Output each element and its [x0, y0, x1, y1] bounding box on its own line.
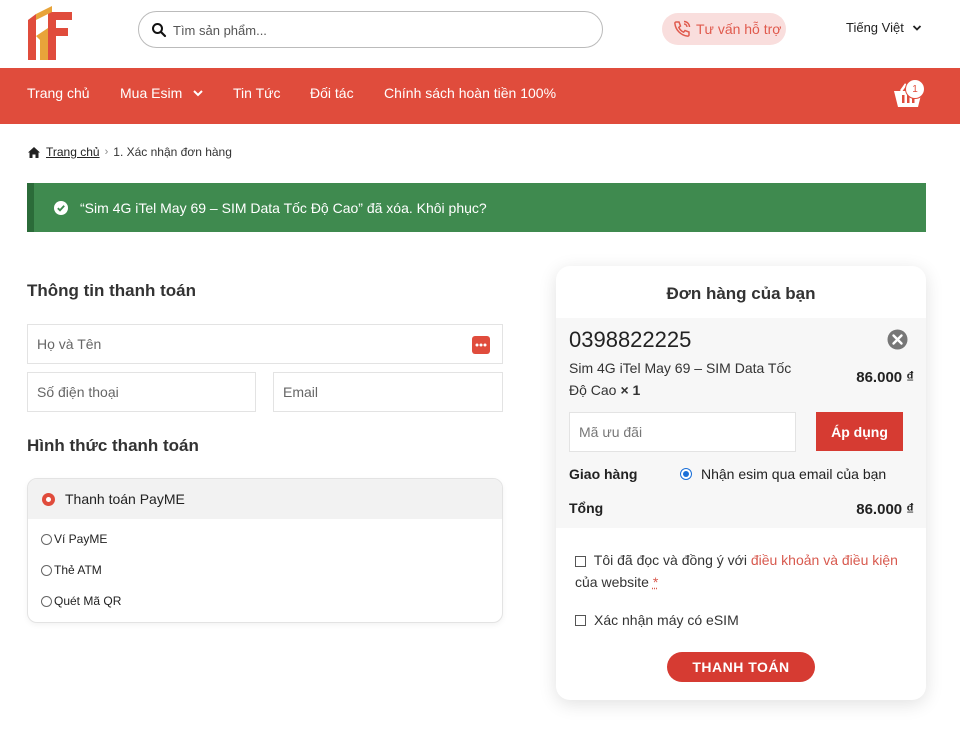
check-circle-icon [54, 200, 68, 215]
radio-button[interactable] [41, 533, 52, 545]
terms-agreement: Tôi đã đọc và đồng ý với điều khoản và đ… [575, 552, 898, 590]
chevron-down-icon [193, 90, 203, 97]
nav-item-home[interactable]: Trang chủ [27, 85, 90, 101]
site-header: Tư vấn hỗ trợ Tiếng Việt [0, 0, 960, 68]
order-total-value: 86.000 ₫ [856, 501, 914, 518]
language-selector[interactable]: Tiếng Việt [846, 20, 922, 35]
remove-item-icon[interactable] [887, 329, 908, 350]
radio-selected[interactable] [42, 492, 55, 506]
site-logo[interactable] [26, 6, 74, 62]
search-bar [138, 11, 603, 48]
full-name-field [27, 324, 503, 364]
payment-suboption-wallet[interactable]: Ví PayME [41, 532, 107, 546]
payment-suboption-qr[interactable]: Quét Mã QR [41, 594, 121, 608]
billing-title: Thông tin thanh toán [27, 281, 197, 300]
order-item-price: 86.000 ₫ [856, 369, 914, 386]
search-icon[interactable] [151, 22, 167, 38]
shipping-option[interactable]: Nhận esim qua email của bạn [680, 466, 886, 482]
payment-method-box: Thanh toán PayME Ví PayME Thẻ ATM Quét M… [27, 478, 503, 623]
total-label: Tổng [569, 500, 604, 516]
order-summary-card: Đơn hàng của bạn 0398822225 Sim 4G iTel … [556, 266, 926, 700]
nav-item-partners[interactable]: Đối tác [310, 85, 354, 101]
phone-field [27, 372, 256, 412]
terms-checkbox[interactable] [575, 555, 586, 567]
order-product-name: Sim 4G iTel May 69 – SIM Data Tốc Độ Cao… [569, 360, 792, 398]
removed-item-notice: “Sim 4G iTel May 69 – SIM Data Tốc Độ Ca… [27, 183, 926, 232]
order-quantity: × 1 [620, 382, 641, 398]
chevron-down-icon [912, 24, 921, 31]
esim-checkbox[interactable] [575, 614, 586, 626]
breadcrumb-current: 1. Xác nhận đơn hàng [113, 145, 232, 159]
cart-count-badge: 1 [905, 79, 925, 99]
apply-promo-button[interactable]: Áp dụng [816, 412, 903, 451]
phone-icon [674, 20, 691, 37]
search-input[interactable] [173, 18, 593, 42]
language-label: Tiếng Việt [846, 20, 904, 35]
autofill-icon[interactable] [472, 336, 490, 354]
email-input[interactable] [274, 373, 502, 411]
promo-code-field [569, 412, 796, 452]
required-mark: * [652, 574, 659, 590]
nav-item-refund-policy[interactable]: Chính sách hoàn tiền 100% [384, 85, 556, 101]
payment-title: Hình thức thanh toán [27, 436, 199, 455]
radio-button[interactable] [41, 595, 52, 607]
breadcrumb-separator: › [104, 146, 109, 158]
terms-link[interactable]: điều khoản và điều kiện [751, 552, 898, 568]
nav-item-buy-esim[interactable]: Mua Esim [120, 85, 204, 101]
email-field [273, 372, 503, 412]
breadcrumb-home-link[interactable]: Trang chủ [46, 145, 100, 159]
phone-input[interactable] [28, 373, 255, 411]
payment-option-label: Thanh toán PayME [65, 491, 185, 507]
esim-confirm: Xác nhận máy có eSIM [575, 612, 739, 628]
breadcrumb: Trang chủ › 1. Xác nhận đơn hàng [27, 145, 232, 159]
checkout-button[interactable]: THANH TOÁN [667, 652, 815, 682]
nav-item-news[interactable]: Tin Tức [233, 85, 281, 101]
support-button[interactable]: Tư vấn hỗ trợ [662, 13, 786, 45]
radio-button[interactable] [41, 564, 52, 576]
main-nav: Trang chủ Mua Esim Tin Tức Đối tác Chính… [0, 68, 960, 124]
payment-option-payme[interactable]: Thanh toán PayME [28, 479, 502, 519]
promo-code-input[interactable] [570, 413, 795, 451]
order-title: Đơn hàng của bạn [666, 284, 816, 303]
home-icon [28, 146, 40, 158]
payment-suboption-atm[interactable]: Thẻ ATM [41, 563, 102, 577]
radio-selected[interactable] [680, 468, 692, 480]
notice-text[interactable]: “Sim 4G iTel May 69 – SIM Data Tốc Độ Ca… [80, 200, 487, 216]
order-phone-number: 0398822225 [569, 327, 692, 352]
shipping-label: Giao hàng [569, 466, 638, 482]
full-name-input[interactable] [28, 325, 502, 363]
support-label: Tư vấn hỗ trợ [696, 21, 782, 37]
